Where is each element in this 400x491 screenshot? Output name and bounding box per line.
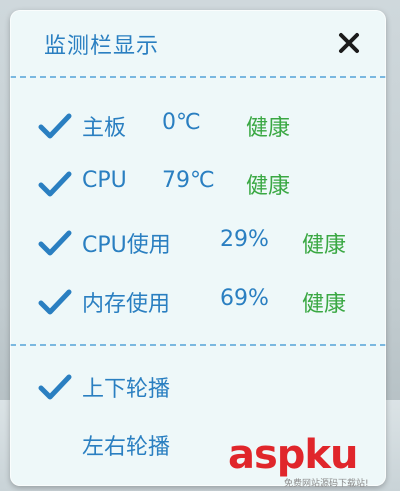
status-badge: 健康 <box>302 233 347 258</box>
item-value: 29% <box>220 227 269 252</box>
status-badge: 健康 <box>246 116 291 141</box>
item-label: CPU <box>82 168 127 193</box>
popup-title: 监测栏显示 <box>44 34 160 59</box>
checkmark-icon <box>38 374 72 400</box>
monitor-item-memory-usage[interactable]: 内存使用 69% 健康 <box>10 280 386 324</box>
scroll-mode-label: 上下轮播 <box>82 377 171 402</box>
checkmark-icon <box>38 230 72 256</box>
close-icon <box>339 33 359 53</box>
scroll-mode-label: 左右轮播 <box>82 435 171 460</box>
header-divider <box>10 76 386 78</box>
item-value: 69% <box>220 286 269 311</box>
monitor-item-cpu-usage[interactable]: CPU使用 29% 健康 <box>10 221 386 265</box>
site-watermark-logo: aspku 免费网站源码下载站! <box>228 432 398 489</box>
popup-header: 监测栏显示 <box>10 10 386 76</box>
watermark-tagline: 免费网站源码下载站! <box>284 479 369 489</box>
item-label: 主板 <box>82 116 127 141</box>
checkmark-icon <box>38 289 72 315</box>
watermark-brand: aspku <box>228 432 359 478</box>
scroll-mode-vertical[interactable]: 上下轮播 <box>10 365 386 409</box>
item-label: 内存使用 <box>82 292 171 317</box>
item-value: 0℃ <box>162 110 201 135</box>
status-badge: 健康 <box>246 174 291 199</box>
status-badge: 健康 <box>302 292 347 317</box>
monitor-bar-popup: 监测栏显示 主板 0℃ 健康 CPU 79℃ 健康 CPU使用 29% 健康 内… <box>10 10 386 486</box>
close-button[interactable] <box>336 30 362 56</box>
checkmark-icon <box>38 171 72 197</box>
monitor-item-motherboard[interactable]: 主板 0℃ 健康 <box>10 104 386 148</box>
checkmark-icon <box>38 113 72 139</box>
section-divider <box>10 344 386 346</box>
monitor-item-cpu-temp[interactable]: CPU 79℃ 健康 <box>10 162 386 206</box>
item-value: 79℃ <box>162 168 215 193</box>
item-label: CPU使用 <box>82 233 171 258</box>
